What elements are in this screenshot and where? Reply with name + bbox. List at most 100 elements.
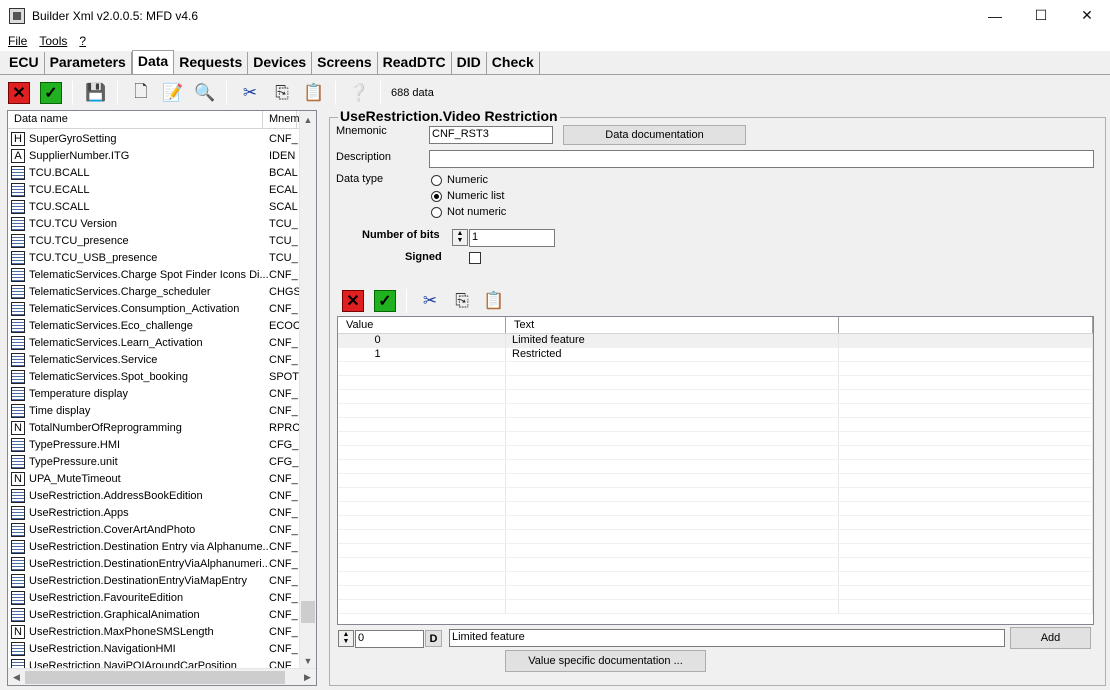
list-item[interactable]: TCU.SCALL SCAL — [8, 198, 306, 215]
list-item[interactable]: UseRestriction.DestinationEntryViaAlphan… — [8, 555, 306, 572]
list-item[interactable]: TelematicServices.Learn_Activation CNF_ — [8, 334, 306, 351]
list-item[interactable]: TelematicServices.Eco_challenge ECOC — [8, 317, 306, 334]
save-button[interactable]: 💾 — [83, 80, 109, 106]
paste-button[interactable]: 📋 — [301, 80, 327, 106]
scroll-up-icon[interactable]: ▲ — [300, 111, 316, 128]
table-row[interactable] — [338, 544, 1093, 558]
list-item[interactable]: Temperature display CNF_ — [8, 385, 306, 402]
horizontal-scrollbar[interactable]: ◀ ▶ — [8, 668, 316, 685]
data-documentation-button[interactable]: Data documentation — [563, 125, 746, 145]
new-data-button[interactable]: 🗋 — [128, 80, 154, 106]
values-grid[interactable]: Value Text 0 Limited feature 1 Restricted — [337, 316, 1094, 625]
list-item[interactable]: TelematicServices.Charge_scheduler CHGS — [8, 283, 306, 300]
number-of-bits-spinner-icon[interactable]: ▲ ▼ — [452, 229, 468, 246]
table-row[interactable] — [338, 404, 1093, 418]
table-row[interactable] — [338, 474, 1093, 488]
list-item[interactable]: TypePressure.HMI CFG_ — [8, 436, 306, 453]
validate-button[interactable]: ✓ — [38, 80, 64, 106]
table-row[interactable] — [338, 418, 1093, 432]
value-spinner-icon[interactable]: ▲ ▼ — [338, 630, 354, 647]
list-item[interactable]: A SupplierNumber.ITG IDEN — [8, 147, 306, 164]
tab-parameters[interactable]: Parameters — [45, 52, 132, 74]
table-row[interactable]: 0 Limited feature — [338, 334, 1093, 348]
table-row[interactable] — [338, 376, 1093, 390]
values-validate-button[interactable]: ✓ — [372, 288, 398, 314]
signed-checkbox[interactable] — [469, 252, 481, 264]
table-row[interactable] — [338, 432, 1093, 446]
tab-ecu[interactable]: ECU — [4, 52, 45, 74]
list-item[interactable]: TelematicServices.Service CNF_ — [8, 351, 306, 368]
column-header-text[interactable]: Text — [506, 317, 839, 333]
scroll-down-icon[interactable]: ▼ — [300, 652, 316, 669]
list-item[interactable]: UseRestriction.DestinationEntryViaMapEnt… — [8, 572, 306, 589]
list-item[interactable]: UseRestriction.GraphicalAnimation CNF_ — [8, 606, 306, 623]
value-doc-d-button[interactable]: D — [425, 630, 442, 647]
minimize-button[interactable]: — — [972, 0, 1018, 31]
values-copy-button[interactable]: ⎘ — [449, 288, 475, 314]
values-paste-button[interactable]: 📋 — [481, 288, 507, 314]
table-row[interactable] — [338, 362, 1093, 376]
table-row[interactable] — [338, 600, 1093, 614]
copy-button[interactable]: ⎘ — [269, 80, 295, 106]
list-item[interactable]: UseRestriction.Apps CNF_ — [8, 504, 306, 521]
table-row[interactable] — [338, 446, 1093, 460]
values-cancel-button[interactable]: ✕ — [340, 288, 366, 314]
list-item[interactable]: Time display CNF_ — [8, 402, 306, 419]
list-item[interactable]: TCU.ECALL ECAL — [8, 181, 306, 198]
column-header-value[interactable]: Value — [338, 317, 506, 333]
list-item[interactable]: N UPA_MuteTimeout CNF_ — [8, 470, 306, 487]
data-type-numeric-list-radio[interactable] — [431, 191, 442, 202]
tab-devices[interactable]: Devices — [248, 52, 313, 74]
menu-help[interactable]: ? — [79, 34, 86, 48]
list-item[interactable]: UseRestriction.Destination Entry via Alp… — [8, 538, 306, 555]
tab-data[interactable]: Data — [131, 50, 175, 74]
list-item[interactable]: TCU.TCU Version TCU_ — [8, 215, 306, 232]
table-row[interactable] — [338, 390, 1093, 404]
help-button[interactable]: ❔ — [346, 80, 372, 106]
close-button[interactable]: ✕ — [1064, 0, 1110, 31]
list-item[interactable]: TelematicServices.Spot_booking SPOT — [8, 368, 306, 385]
tab-screens[interactable]: Screens — [312, 52, 378, 74]
list-item[interactable]: N TotalNumberOfReprogramming RPRC — [8, 419, 306, 436]
cut-button[interactable]: ✂ — [237, 80, 263, 106]
list-item[interactable]: TelematicServices.Charge Spot Finder Ico… — [8, 266, 306, 283]
table-row[interactable] — [338, 558, 1093, 572]
table-row[interactable] — [338, 502, 1093, 516]
list-item[interactable]: TelematicServices.Consumption_Activation… — [8, 300, 306, 317]
list-item[interactable]: UseRestriction.NavigationHMI CNF_ — [8, 640, 306, 657]
list-item[interactable]: UseRestriction.CoverArtAndPhoto CNF_ — [8, 521, 306, 538]
list-item[interactable]: UseRestriction.AddressBookEdition CNF_ — [8, 487, 306, 504]
column-header-mnemonic[interactable]: Mnem — [263, 111, 300, 128]
scroll-thumb[interactable] — [301, 601, 315, 623]
table-row[interactable] — [338, 572, 1093, 586]
column-header-data-name[interactable]: Data name — [8, 111, 263, 128]
mnemonic-field[interactable]: CNF_RST3 — [429, 126, 553, 144]
table-row[interactable] — [338, 460, 1093, 474]
data-list[interactable]: Data name Mnem H SuperGyroSetting CNF_ A Sup… — [7, 110, 317, 686]
menu-file[interactable]: File — [8, 34, 27, 48]
scroll-right-icon[interactable]: ▶ — [299, 669, 316, 685]
list-item[interactable]: TCU.TCU_USB_presence TCU_ — [8, 249, 306, 266]
list-item[interactable]: TCU.BCALL BCAL — [8, 164, 306, 181]
edit-data-button[interactable]: 📝 — [160, 80, 186, 106]
data-type-numeric-radio[interactable] — [431, 175, 442, 186]
list-item[interactable]: TypePressure.unit CFG_ — [8, 453, 306, 470]
table-row[interactable] — [338, 530, 1093, 544]
horizontal-scroll-thumb[interactable] — [25, 671, 285, 684]
menu-tools[interactable]: Tools — [39, 34, 67, 48]
description-field[interactable] — [429, 150, 1094, 168]
table-row[interactable] — [338, 488, 1093, 502]
cancel-button[interactable]: ✕ — [6, 80, 32, 106]
column-header-extra[interactable] — [839, 317, 1093, 333]
value-specific-documentation-button[interactable]: Value specific documentation ... — [505, 650, 706, 672]
list-item[interactable]: TCU.TCU_presence TCU_ — [8, 232, 306, 249]
list-item[interactable]: UseRestriction.FavouriteEdition CNF_ — [8, 589, 306, 606]
table-row[interactable]: 1 Restricted — [338, 348, 1093, 362]
tab-requests[interactable]: Requests — [174, 52, 249, 74]
search-button[interactable]: 🔍 — [192, 80, 218, 106]
table-row[interactable] — [338, 586, 1093, 600]
add-value-button[interactable]: Add — [1010, 627, 1091, 649]
list-item[interactable]: N UseRestriction.MaxPhoneSMSLength CNF_ — [8, 623, 306, 640]
maximize-button[interactable]: ☐ — [1018, 0, 1064, 31]
table-row[interactable] — [338, 516, 1093, 530]
